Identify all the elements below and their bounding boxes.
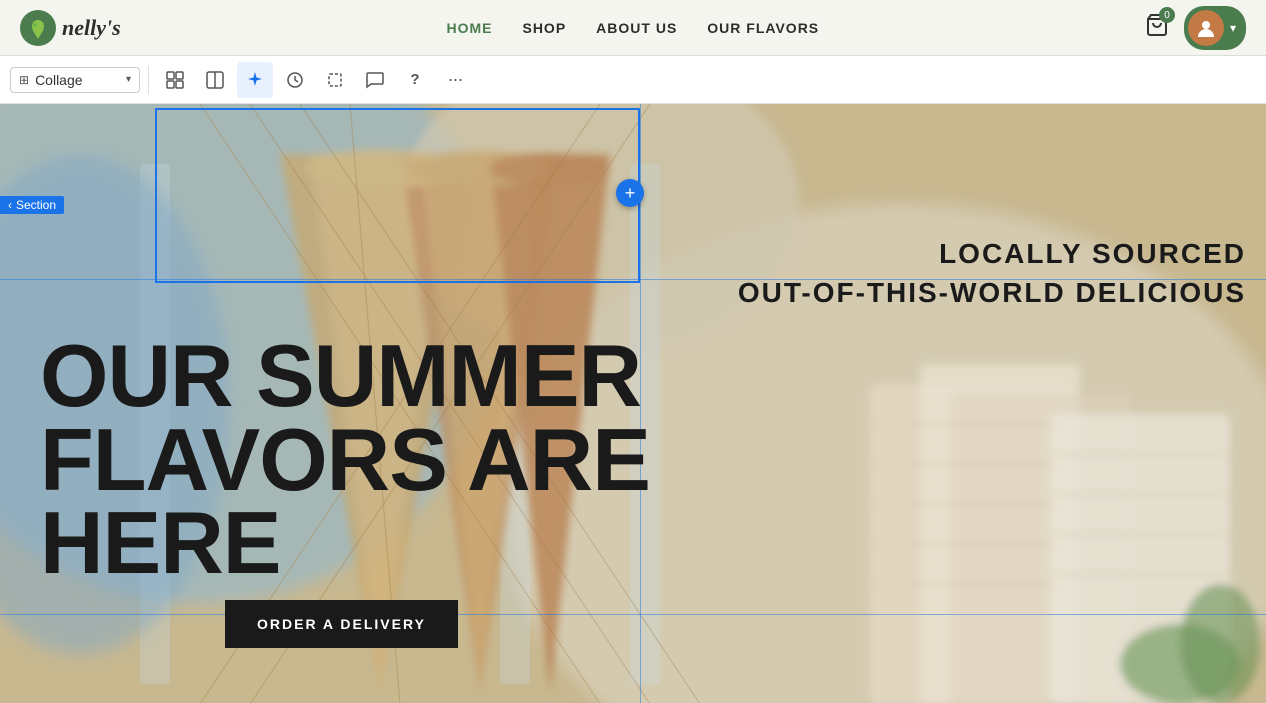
ai-sparkle-button[interactable] bbox=[237, 62, 273, 98]
hero-subtitle-line1: LOCALLY SOURCED bbox=[738, 234, 1246, 273]
nav-links: HOME SHOP ABOUT US OUR FLAVORS bbox=[446, 20, 819, 36]
logo-text: nelly's bbox=[62, 15, 121, 41]
nav-link-shop[interactable]: SHOP bbox=[522, 20, 566, 36]
help-button[interactable]: ? bbox=[397, 62, 433, 98]
user-avatar bbox=[1188, 10, 1224, 46]
hero-subtitle-area: LOCALLY SOURCED OUT-OF-THIS-WORLD DELICI… bbox=[738, 234, 1246, 312]
nav-link-home[interactable]: HOME bbox=[446, 20, 492, 36]
hero-subtitle-line2: OUT-OF-THIS-WORLD DELICIOUS bbox=[738, 273, 1246, 312]
user-menu[interactable]: ▾ bbox=[1184, 6, 1246, 50]
ellipsis-icon: ··· bbox=[448, 69, 463, 90]
hero-line3: HERE bbox=[40, 493, 281, 592]
comment-button[interactable] bbox=[357, 62, 393, 98]
collage-select-chevron: ▾ bbox=[126, 74, 131, 85]
order-delivery-button[interactable]: ORDER A DELIVERY bbox=[225, 600, 458, 648]
logo-icon bbox=[20, 10, 56, 46]
main-content: ‹ Section + bbox=[0, 104, 1266, 703]
nav-link-about[interactable]: ABOUT US bbox=[596, 20, 677, 36]
collage-selected-region bbox=[155, 108, 640, 283]
nav-logo: nelly's bbox=[20, 10, 121, 46]
editor-toolbar: ⊞ Collage ▾ bbox=[0, 56, 1266, 104]
question-mark-icon: ? bbox=[410, 71, 419, 88]
horizontal-divider-bottom bbox=[0, 614, 1266, 615]
top-nav: nelly's HOME SHOP ABOUT US OUR FLAVORS 0… bbox=[0, 0, 1266, 56]
add-section-button[interactable]: + bbox=[616, 179, 644, 207]
section-label: Section bbox=[16, 198, 56, 212]
hero-headline: OUR SUMMER FLAVORS ARE HERE bbox=[40, 334, 650, 585]
chevron-down-icon: ▾ bbox=[1230, 21, 1236, 35]
section-chevron-icon: ‹ bbox=[8, 198, 12, 212]
toolbar-separator-1 bbox=[148, 66, 149, 94]
collage-select-label: Collage bbox=[35, 72, 120, 88]
cart-badge: 0 bbox=[1159, 7, 1175, 23]
more-options-button[interactable]: ··· bbox=[437, 62, 473, 98]
nav-link-flavors[interactable]: OUR FLAVORS bbox=[707, 20, 819, 36]
layout-grid-button[interactable] bbox=[157, 62, 193, 98]
arrange-button[interactable] bbox=[277, 62, 313, 98]
nav-right: 0 ▾ bbox=[1145, 6, 1246, 50]
section-tag[interactable]: ‹ Section bbox=[0, 196, 64, 214]
crop-button[interactable] bbox=[317, 62, 353, 98]
grid-small-icon: ⊞ bbox=[19, 73, 29, 87]
collage-select[interactable]: ⊞ Collage ▾ bbox=[10, 67, 140, 93]
layout-columns-button[interactable] bbox=[197, 62, 233, 98]
cart-button[interactable]: 0 bbox=[1145, 13, 1169, 42]
hero-main-text: OUR SUMMER FLAVORS ARE HERE bbox=[40, 334, 650, 585]
